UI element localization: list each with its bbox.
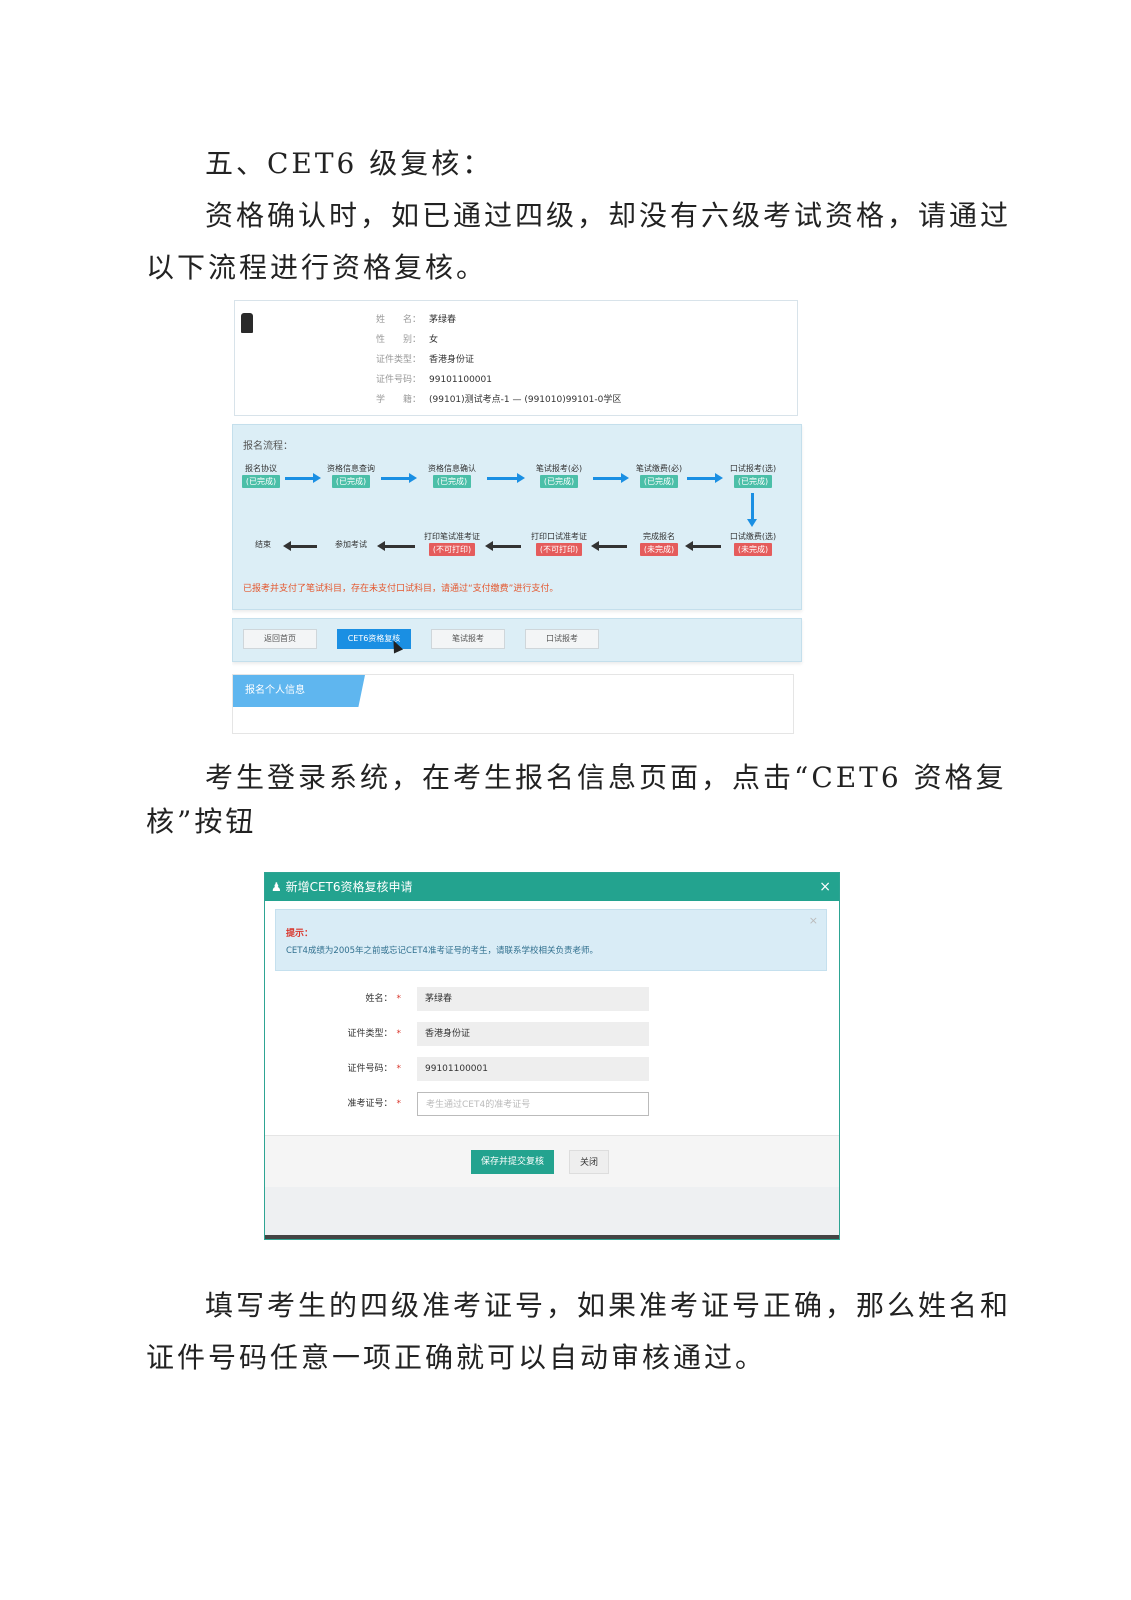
modal-footer: 保存并提交复核 关闭 [265, 1135, 839, 1187]
step-oral-payment: 口试缴费(选) (未完成) [729, 532, 777, 556]
flow-title: 报名流程： [243, 441, 293, 452]
flow-arrow-right [487, 473, 525, 483]
close-button[interactable]: 关闭 [569, 1150, 610, 1174]
personal-info-panel: 报名个人信息 [232, 674, 794, 734]
field-idnumber: 证件号码： * 99101100001 [265, 1057, 839, 1081]
caption-2-line-2: 证件号码任意一项正确就可以自动审核通过。 [146, 1341, 767, 1374]
flow-arrow-left [685, 541, 721, 551]
step-qualification-confirm: 资格信息确认 (已完成) [428, 464, 476, 488]
payment-warning: 已报考并支付了笔试科目，存在未支付口试科目，请通过“支付缴费”进行支付。 [243, 584, 559, 594]
caption-1-line-2: 核”按钮 [146, 805, 257, 838]
tip-close-icon[interactable]: × [809, 914, 818, 927]
field-idtype: 证件类型： * 香港身份证 [265, 1022, 839, 1046]
modal-close-icon[interactable]: × [819, 873, 831, 901]
profile-row-name: 姓 名： 茅绿春 [375, 315, 457, 325]
tip-body: CET4成绩为2005年之前或忘记CET4准考证号的考生，请联系学校相关负责老师… [286, 946, 598, 956]
step-print-written-ticket: 打印笔试准考证 (不可打印) [424, 532, 480, 556]
profile-row-idnumber: 证件号码： 99101100001 [375, 375, 492, 385]
modal-body: 提示： CET4成绩为2005年之前或忘记CET4准考证号的考生，请联系学校相关… [265, 901, 839, 1163]
avatar [241, 313, 253, 333]
save-submit-button[interactable]: 保存并提交复核 [471, 1150, 555, 1174]
step-print-oral-ticket: 打印口试准考证 (不可打印) [531, 532, 587, 556]
tip-alert: 提示： CET4成绩为2005年之前或忘记CET4准考证号的考生，请联系学校相关… [275, 909, 827, 971]
action-bar: 返回首页 CET6资格复核 笔试报考 口试报考 [232, 618, 802, 662]
step-written-register: 笔试报考(必) (已完成) [535, 464, 583, 488]
user-icon: ♟ [271, 880, 282, 894]
flow-arrow-left [283, 541, 317, 551]
registration-flow: 报名流程： 报名协议 (已完成) 资格信息查询 (已完成) 资格信息确认 (已完成) … [232, 424, 802, 610]
step-agreement: 报名协议 (已完成) [232, 463, 297, 488]
intro-line-2: 以下流程进行资格复核。 [146, 251, 488, 284]
flow-arrow-left [591, 541, 627, 551]
section-heading: 五、CET6 级复核： [205, 147, 494, 180]
idtype-field[interactable]: 香港身份证 [417, 1022, 649, 1046]
flow-arrow-left [377, 541, 415, 551]
flow-arrow-right [381, 473, 417, 483]
tab-personal-info[interactable]: 报名个人信息 [233, 675, 365, 707]
ticket-number-input[interactable]: 考生通过CET4的准考证号 [417, 1092, 649, 1116]
flow-arrow-left [485, 541, 521, 551]
written-register-button[interactable]: 笔试报考 [431, 629, 505, 649]
modal-title: 新增CET6资格复核申请 [285, 880, 413, 894]
step-qualification-query: 资格信息查询 (已完成) [327, 464, 375, 488]
step-oral-register: 口试报考(选) (已完成) [729, 464, 777, 488]
profile-row-idtype: 证件类型： 香港身份证 [375, 355, 475, 365]
field-name: 姓名： * 茅绿春 [265, 987, 839, 1011]
tip-title: 提示： [286, 929, 314, 939]
modal-bottom-bar [265, 1235, 839, 1239]
step-written-payment: 笔试缴费(必) (已完成) [635, 464, 683, 488]
profile-row-gender: 性 别：女 [375, 335, 439, 345]
modal-header: ♟ 新增CET6资格复核申请 × [265, 873, 839, 901]
caption-1-line-1: 考生登录系统，在考生报名信息页面，点击“CET6 资格复 [205, 761, 1007, 794]
name-field[interactable]: 茅绿春 [417, 987, 649, 1011]
cet6-review-modal: ♟ 新增CET6资格复核申请 × 提示： CET4成绩为2005年之前或忘记CE… [264, 872, 840, 1240]
field-ticket: 准考证号： * 考生通过CET4的准考证号 [265, 1092, 839, 1116]
intro-line-1: 资格确认时，如已通过四级，却没有六级考试资格，请通过 [205, 199, 1012, 232]
flow-arrow-down [747, 493, 757, 527]
caption-2-line-1: 填写考生的四级准考证号，如果准考证号正确，那么姓名和 [205, 1289, 1012, 1322]
flow-arrow-right [285, 473, 321, 483]
oral-register-button[interactable]: 口试报考 [525, 629, 599, 649]
profile-row-school: 学 籍： (99101)测试考点-1 — (991010)99101-0学区 [375, 395, 622, 405]
idnumber-field[interactable]: 99101100001 [417, 1057, 649, 1081]
flow-arrow-right [687, 473, 723, 483]
registration-screenshot: 姓 名： 茅绿春 性 别：女 证件类型： 香港身份证 证件号码： 9910110000… [232, 294, 812, 734]
home-button[interactable]: 返回首页 [243, 629, 317, 649]
profile-card: 姓 名： 茅绿春 性 别：女 证件类型： 香港身份证 证件号码： 9910110000… [234, 300, 798, 416]
flow-arrow-right [593, 473, 629, 483]
